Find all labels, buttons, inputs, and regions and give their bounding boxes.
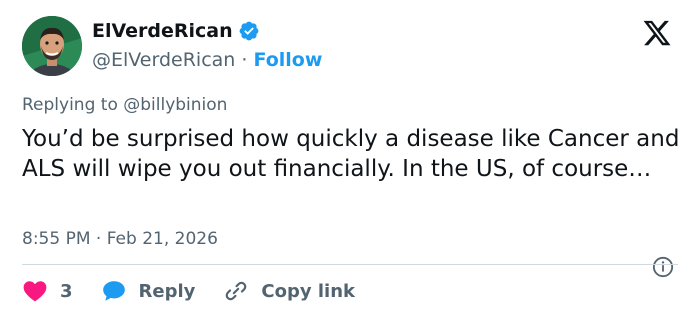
separator: · [241,49,248,71]
verified-badge-icon [239,21,259,41]
x-logo-icon[interactable] [642,18,672,48]
author-name-row: ElVerdeRican [92,20,260,42]
copy-link-button[interactable]: Copy link [223,278,355,304]
handle-row: @ElVerdeRican · Follow [92,49,322,71]
info-icon[interactable] [652,256,674,278]
divider [22,264,678,265]
copy-link-label: Copy link [261,280,355,302]
reply-label: Reply [138,280,196,302]
reply-bubble-icon [102,281,125,301]
author-name[interactable]: ElVerdeRican [92,20,233,42]
heart-icon [23,281,47,302]
tweet-text: You’d be surprised how quickly a disease… [22,126,680,182]
like-button[interactable]: 3 [22,278,73,304]
author-handle[interactable]: @ElVerdeRican [92,49,235,71]
like-count: 3 [60,280,73,302]
reply-context: Replying to @billybinion [22,95,228,115]
action-bar: 3 Reply Copy link [22,278,383,304]
avatar[interactable] [22,16,82,76]
tweet-timestamp[interactable]: 8:55 PM · Feb 21, 2026 [22,229,218,249]
avatar-image [22,16,82,76]
follow-button[interactable]: Follow [253,49,322,71]
link-icon [226,281,247,301]
reply-button[interactable]: Reply [101,278,196,304]
